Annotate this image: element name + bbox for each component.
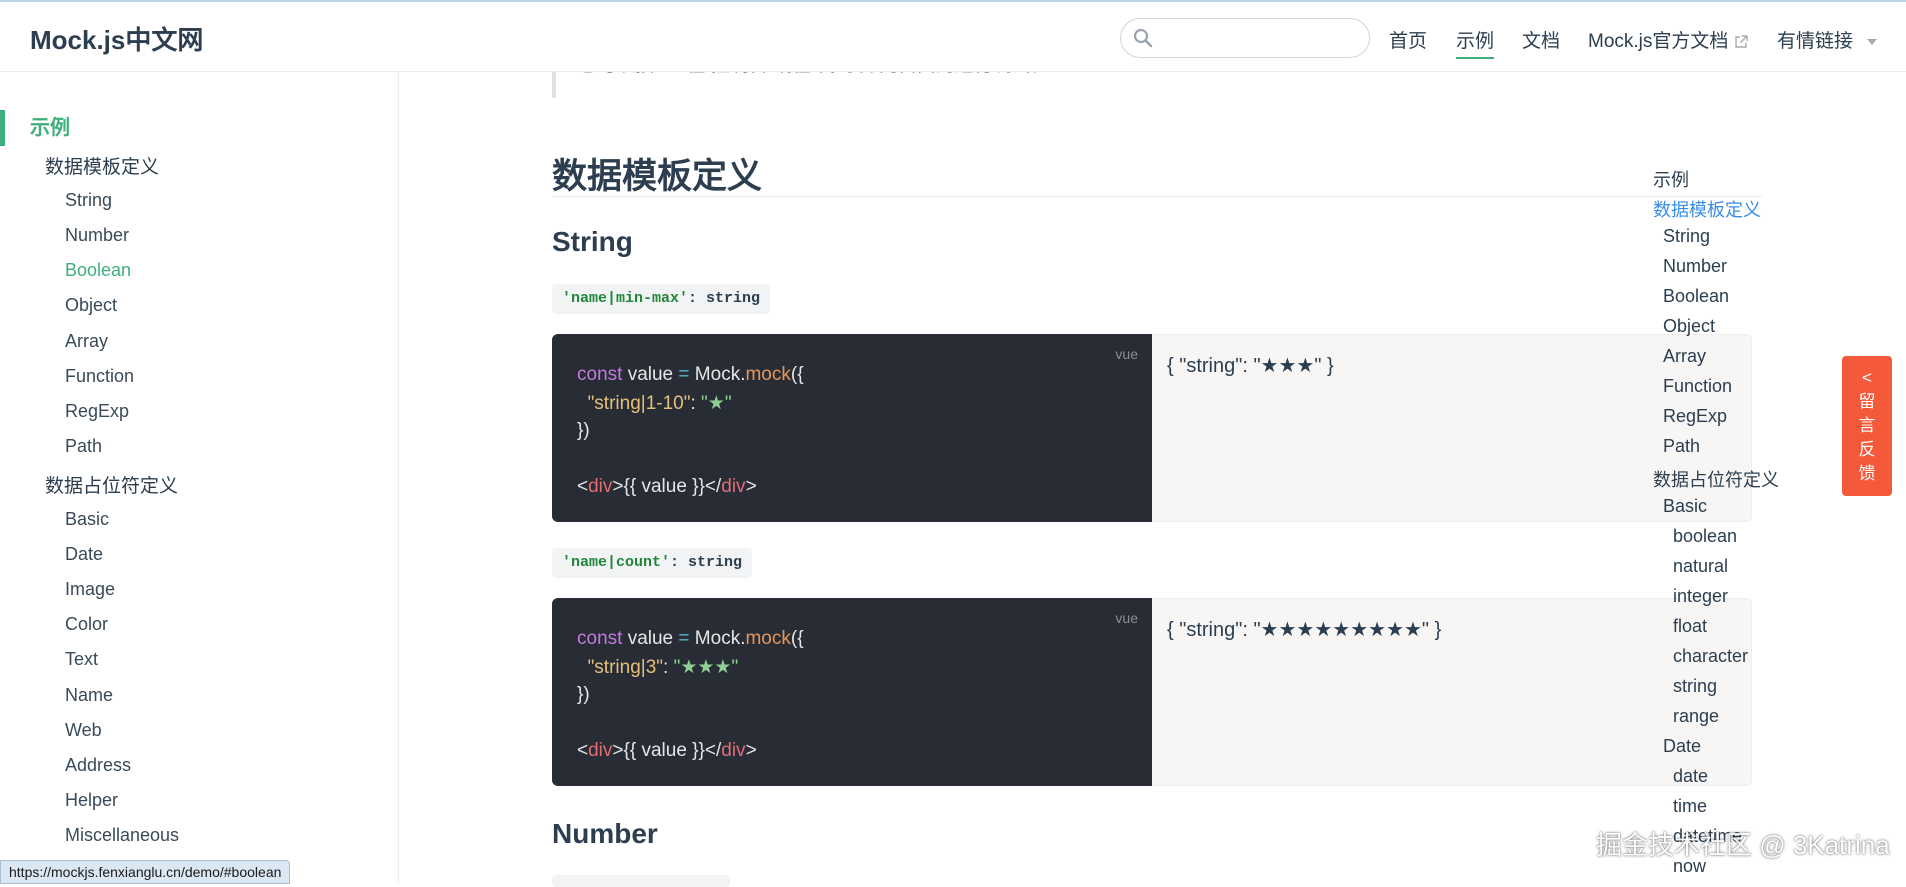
toc-item[interactable]: String xyxy=(1663,226,1710,247)
sidebar-item-boolean[interactable]: Boolean xyxy=(65,260,131,281)
toc-item[interactable]: natural xyxy=(1673,556,1728,577)
feedback-char: 反 xyxy=(1858,440,1876,459)
code-key: 'name|count' xyxy=(562,554,671,571)
toc-item[interactable]: Basic xyxy=(1663,496,1707,517)
toc-item[interactable]: range xyxy=(1673,706,1719,727)
status-bar-url: https://mockjs.fenxianglu.cn/demo/#boole… xyxy=(0,860,291,884)
feedback-char: 馈 xyxy=(1858,464,1876,483)
sidebar-item-string[interactable]: String xyxy=(65,190,112,211)
toc-item[interactable]: Array xyxy=(1663,346,1706,367)
code-line: <div>{{ value }}</div> xyxy=(577,740,757,761)
sidebar-item-text[interactable]: Text xyxy=(65,649,98,670)
site-name[interactable]: Mock.js中文网 xyxy=(30,20,203,57)
feedback-button[interactable]: < 留 言 反 馈 xyxy=(1842,356,1892,496)
sidebar-item-name[interactable]: Name xyxy=(65,685,113,706)
heading-string: String xyxy=(552,226,633,257)
toc-item[interactable]: float xyxy=(1673,616,1707,637)
toc-item[interactable]: Number xyxy=(1663,256,1727,277)
inline-code-count: 'name|count': string xyxy=(552,548,753,578)
inline-code-partial xyxy=(552,875,730,887)
toc-item[interactable]: RegExp xyxy=(1663,406,1727,427)
toc-item[interactable]: string xyxy=(1673,676,1717,697)
sidebar-item-color[interactable]: Color xyxy=(65,614,108,635)
sidebar-item-object[interactable]: Object xyxy=(65,295,117,316)
toc-item[interactable]: integer xyxy=(1673,586,1728,607)
chevron-left-icon: < xyxy=(1862,368,1872,387)
inline-code-min-max: 'name|min-max': string xyxy=(552,284,771,314)
result-output: { "string": "★★★" } xyxy=(1167,355,1334,377)
nav-examples[interactable]: 示例 xyxy=(1456,26,1495,59)
toc-item[interactable]: Object xyxy=(1663,316,1715,337)
code-line: }) xyxy=(577,684,590,705)
toc-item[interactable]: date xyxy=(1673,766,1708,787)
result-output: { "string": "★★★★★★★★★" } xyxy=(1167,619,1442,641)
code-line: "string|1-10": "★" xyxy=(587,393,732,414)
search-input[interactable] xyxy=(1165,25,1359,53)
external-link-icon xyxy=(1735,35,1749,48)
feedback-char: 留 xyxy=(1858,392,1876,411)
code-lang-label: vue xyxy=(1115,346,1138,362)
search-box[interactable] xyxy=(1120,18,1370,58)
sidebar-item-web[interactable]: Web xyxy=(65,720,102,741)
code-line: const value = Mock.mock({ xyxy=(577,628,804,649)
sidebar-item-number[interactable]: Number xyxy=(65,225,129,246)
toc-item[interactable]: Date xyxy=(1663,736,1701,757)
sidebar-item-miscellaneous[interactable]: Miscellaneous xyxy=(65,825,179,846)
toc-item[interactable]: Function xyxy=(1663,376,1732,397)
top-navbar: Mock.js中文网 首页 示例 文档 Mock.js官方文档 有情链接 xyxy=(0,0,1906,72)
toc-item[interactable]: time xyxy=(1673,796,1707,817)
toc-item-active[interactable]: 数据模板定义 xyxy=(1653,196,1761,222)
watermark: 掘金技术社区 @ 3Katrina xyxy=(1596,830,1890,860)
code-line: const value = Mock.mock({ xyxy=(577,364,804,385)
toc-item[interactable]: character xyxy=(1673,646,1748,667)
heading-number: Number xyxy=(552,818,658,849)
code-type: : string xyxy=(688,290,761,307)
nav-friend-links[interactable]: 有情链接 xyxy=(1777,26,1878,53)
sidebar-item-function[interactable]: Function xyxy=(65,366,134,387)
code-line: <div>{{ value }}</div> xyxy=(577,476,757,497)
code-editor-1[interactable]: vue const value = Mock.mock({ "string|1-… xyxy=(552,334,1152,522)
sidebar-item-basic[interactable]: Basic xyxy=(65,509,109,530)
sidebar-item-helper[interactable]: Helper xyxy=(65,790,118,811)
code-line: }) xyxy=(577,420,590,441)
sidebar-item-date[interactable]: Date xyxy=(65,544,103,565)
sidebar-section-data-placeholder[interactable]: 数据占位符定义 xyxy=(45,471,178,498)
toc-item[interactable]: 示例 xyxy=(1653,166,1689,192)
toc-item[interactable]: Path xyxy=(1663,436,1700,457)
sidebar-item-regexp[interactable]: RegExp xyxy=(65,401,129,422)
sidebar-item-address[interactable]: Address xyxy=(65,755,131,776)
nav-official-docs[interactable]: Mock.js官方文档 xyxy=(1588,26,1749,53)
nav-friend-links-label: 有情链接 xyxy=(1777,31,1854,52)
heading-data-template: 数据模板定义 xyxy=(552,148,1762,197)
demo-block-2: vue const value = Mock.mock({ "string|3"… xyxy=(552,598,1752,786)
sidebar-group-title[interactable]: 示例 xyxy=(0,110,398,146)
code-editor-2[interactable]: vue const value = Mock.mock({ "string|3"… xyxy=(552,598,1152,786)
feedback-char: 言 xyxy=(1858,416,1876,435)
code-line: "string|3": "★★★" xyxy=(587,657,739,678)
code-lang-label: vue xyxy=(1115,610,1138,626)
search-icon xyxy=(1133,28,1153,48)
nav-docs[interactable]: 文档 xyxy=(1522,26,1560,53)
nav-official-docs-label: Mock.js官方文档 xyxy=(1588,31,1729,52)
code-type: : string xyxy=(670,554,743,571)
sidebar-section-data-template[interactable]: 数据模板定义 xyxy=(45,152,159,179)
code-key: 'name|min-max' xyxy=(562,290,689,307)
demo-block-1: vue const value = Mock.mock({ "string|1-… xyxy=(552,334,1752,522)
sidebar-item-array[interactable]: Array xyxy=(65,331,108,352)
toc-item[interactable]: 数据占位符定义 xyxy=(1653,466,1779,492)
chevron-down-icon xyxy=(1867,38,1878,45)
toc-item[interactable]: Boolean xyxy=(1663,286,1729,307)
sidebar-item-image[interactable]: Image xyxy=(65,579,115,600)
nav-home[interactable]: 首页 xyxy=(1389,26,1427,53)
sidebar: 示例 数据模板定义 String Number Boolean Object A… xyxy=(0,72,399,882)
sidebar-item-path[interactable]: Path xyxy=(65,436,102,457)
toc-item[interactable]: boolean xyxy=(1673,526,1737,547)
